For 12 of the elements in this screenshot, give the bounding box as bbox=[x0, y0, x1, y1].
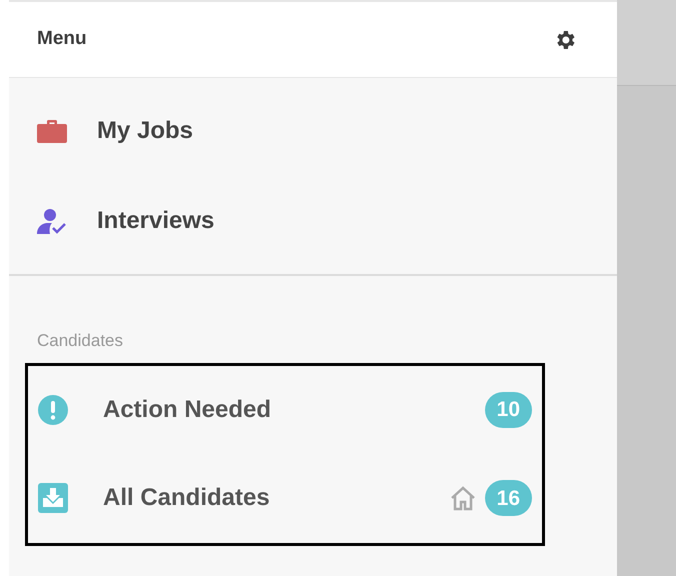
person-check-icon bbox=[37, 208, 67, 234]
menu-item[interactable]: My Jobs bbox=[9, 86, 617, 176]
menu-item[interactable]: All Candidates 16 bbox=[28, 454, 542, 542]
menu-title: Menu bbox=[37, 27, 87, 52]
inbox-download-icon bbox=[38, 483, 68, 514]
exclamation-icon bbox=[38, 394, 68, 425]
section-heading: Candidates bbox=[37, 330, 124, 352]
briefcase-icon bbox=[37, 119, 67, 143]
menu-item[interactable]: Interviews bbox=[9, 176, 617, 266]
count-badge: 10 bbox=[484, 392, 532, 428]
menu-item[interactable]: Action Needed 10 bbox=[28, 366, 542, 454]
count-badge: 16 bbox=[484, 480, 532, 516]
